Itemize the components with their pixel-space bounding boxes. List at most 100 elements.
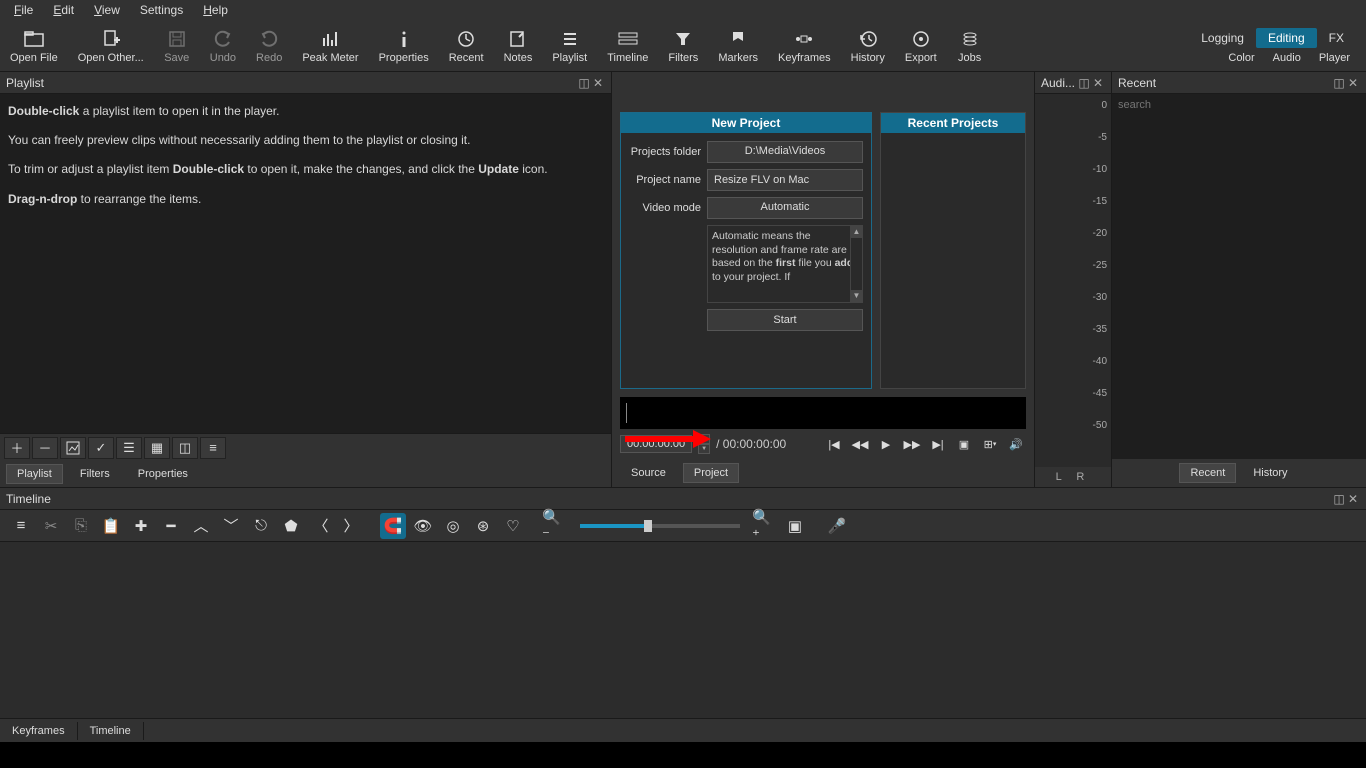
menu-view[interactable]: View	[84, 1, 130, 19]
timeline-tracks[interactable]	[0, 542, 1366, 718]
skip-end-button[interactable]: ▶|	[928, 435, 948, 453]
recent-search-input[interactable]	[1112, 94, 1366, 116]
tab-project[interactable]: Project	[683, 463, 739, 483]
jobs-button[interactable]: Jobs	[947, 24, 993, 68]
filters-button[interactable]: Filters	[658, 24, 708, 68]
center-tabs: Source Project	[612, 459, 1034, 487]
projects-folder-button[interactable]: D:\Media\Videos	[707, 141, 863, 163]
tab-recent[interactable]: Recent	[1179, 463, 1236, 483]
tab-audio[interactable]: Audio	[1273, 52, 1301, 64]
ripple-all-button[interactable]: ⊛	[470, 513, 496, 539]
tab-playlist[interactable]: Playlist	[6, 464, 63, 484]
tab-source[interactable]: Source	[620, 463, 677, 483]
prev-marker-button[interactable]: 〈	[308, 513, 334, 539]
remove-button[interactable]: ━	[158, 513, 184, 539]
tab-bottom-keyframes[interactable]: Keyframes	[0, 722, 78, 740]
playlist-add-button[interactable]: ＋	[4, 437, 30, 459]
tab-editing[interactable]: Editing	[1256, 28, 1317, 48]
zoom-slider[interactable]	[580, 524, 740, 528]
save-button[interactable]: Save	[154, 24, 200, 68]
play-button[interactable]: ▶	[876, 435, 896, 453]
zoom-in-button[interactable]: 🔍⁺	[752, 513, 778, 539]
marker-icon	[731, 28, 745, 50]
lift-button[interactable]: ︿	[188, 513, 214, 539]
peak-meter-button[interactable]: Peak Meter	[292, 24, 368, 68]
playlist-view-detail-button[interactable]: ◫	[172, 437, 198, 459]
timeline-undock-icon[interactable]: ◫	[1332, 492, 1346, 506]
audio-close-icon[interactable]: ✕	[1091, 76, 1105, 90]
properties-button[interactable]: Properties	[369, 24, 439, 68]
open-file-button[interactable]: Open File	[0, 24, 68, 68]
marker-add-button[interactable]: ⬟	[278, 513, 304, 539]
playlist-check-button[interactable]: ✓	[88, 437, 114, 459]
timeline-button[interactable]: Timeline	[597, 24, 658, 68]
tab-player[interactable]: Player	[1319, 52, 1350, 64]
tab-bottom-timeline[interactable]: Timeline	[78, 722, 144, 740]
menu-file[interactable]: File	[4, 1, 43, 19]
overwrite-button[interactable]: ﹀	[218, 513, 244, 539]
next-marker-button[interactable]: 〉	[338, 513, 364, 539]
volume-button[interactable]: 🔊	[1006, 435, 1026, 453]
projects-folder-label: Projects folder	[629, 146, 701, 158]
meter-tick: -35	[1093, 324, 1107, 335]
tab-color[interactable]: Color	[1228, 52, 1254, 64]
zoom-fit-tl-button[interactable]: ▣	[782, 513, 808, 539]
ripple-button[interactable]: ◎	[440, 513, 466, 539]
record-audio-button[interactable]: 🎤	[824, 513, 850, 539]
tab-properties[interactable]: Properties	[127, 464, 199, 484]
zoom-out-button[interactable]: 🔍⁻	[542, 513, 568, 539]
recent-undock-icon[interactable]: ◫	[1332, 76, 1346, 90]
meter-tick: -45	[1093, 388, 1107, 399]
markers-button[interactable]: Markers	[708, 24, 768, 68]
export-button[interactable]: Export	[895, 24, 947, 68]
timeline-menu-button[interactable]: ≡	[8, 513, 34, 539]
tab-history[interactable]: History	[1242, 463, 1298, 483]
playlist-remove-button[interactable]: －	[32, 437, 58, 459]
recent-button[interactable]: Recent	[439, 24, 494, 68]
recent-close-icon[interactable]: ✕	[1346, 76, 1360, 90]
notes-button[interactable]: Notes	[494, 24, 543, 68]
tab-filters[interactable]: Filters	[69, 464, 121, 484]
timecode-spinner[interactable]: ▲▼	[698, 434, 710, 454]
redo-button[interactable]: Redo	[246, 24, 292, 68]
skip-start-button[interactable]: |◀	[824, 435, 844, 453]
playlist-body: Double-click a playlist item to open it …	[0, 94, 611, 433]
playlist-button[interactable]: Playlist	[542, 24, 597, 68]
playlist-view-grid-button[interactable]: ▦	[144, 437, 170, 459]
copy-button[interactable]: ⎘	[68, 513, 94, 539]
panel-close-icon[interactable]: ✕	[591, 76, 605, 90]
split-button[interactable]: ⎋	[248, 513, 274, 539]
playlist-menu-button[interactable]: ≡	[200, 437, 226, 459]
grid-button[interactable]: ⊞▾	[980, 435, 1000, 453]
open-other-button[interactable]: Open Other...	[68, 24, 154, 68]
audio-undock-icon[interactable]: ◫	[1077, 76, 1091, 90]
video-mode-select[interactable]: Automatic	[707, 197, 863, 219]
description-scrollbar[interactable]: ▲▼	[850, 226, 862, 302]
tab-logging[interactable]: Logging	[1189, 28, 1256, 48]
timecode-current[interactable]: 00:00:00:00	[620, 435, 692, 453]
project-name-input[interactable]	[707, 169, 863, 191]
snap-button[interactable]: 🧲	[380, 513, 406, 539]
menu-edit[interactable]: Edit	[43, 1, 84, 19]
ripple-markers-button[interactable]: ♡	[500, 513, 526, 539]
history-button[interactable]: History	[841, 24, 895, 68]
cut-button[interactable]: ✂	[38, 513, 64, 539]
playlist-update-button[interactable]	[60, 437, 86, 459]
menu-help[interactable]: Help	[193, 1, 238, 19]
paste-button[interactable]: 📋	[98, 513, 124, 539]
append-button[interactable]: ✚	[128, 513, 154, 539]
preview-scrubber[interactable]	[620, 397, 1026, 429]
forward-button[interactable]: ▶▶	[902, 435, 922, 453]
zoom-fit-button[interactable]: ▣	[954, 435, 974, 453]
tab-fx[interactable]: FX	[1317, 28, 1356, 48]
playlist-view-list-button[interactable]: ☰	[116, 437, 142, 459]
keyframes-button[interactable]: Keyframes	[768, 24, 841, 68]
scrub-button[interactable]: 👁	[410, 513, 436, 539]
timeline-close-icon[interactable]: ✕	[1346, 492, 1360, 506]
undo-button[interactable]: Undo	[200, 24, 246, 68]
menu-settings[interactable]: Settings	[130, 1, 193, 19]
start-button[interactable]: Start	[707, 309, 863, 331]
recent-panel: Recent ◫ ✕ Recent History	[1112, 72, 1366, 487]
panel-undock-icon[interactable]: ◫	[577, 76, 591, 90]
rewind-button[interactable]: ◀◀	[850, 435, 870, 453]
